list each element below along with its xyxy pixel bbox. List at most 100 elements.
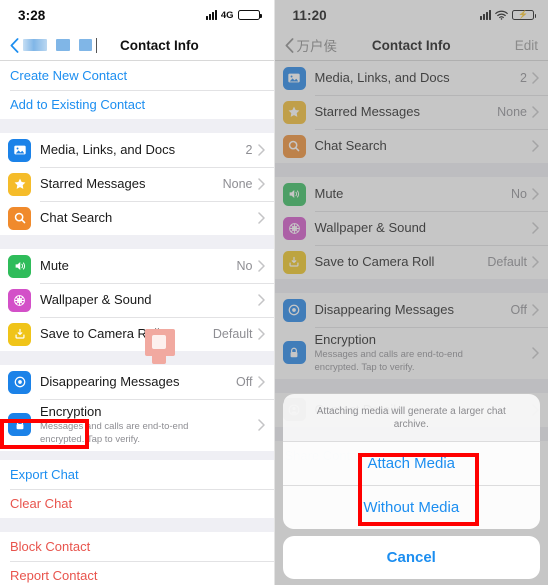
row-disappearing-messages[interactable]: Disappearing Messages Off <box>274 293 548 327</box>
photo-icon <box>8 138 31 162</box>
section-gap <box>0 119 274 133</box>
media-group: Media, Links, and Docs 2 Starred Message… <box>274 61 548 163</box>
clear-chat-button[interactable]: Clear Chat <box>0 488 274 518</box>
privacy-group: Disappearing Messages Off Encryption Mes… <box>274 293 548 379</box>
add-to-existing-contact-button[interactable]: Add to Existing Contact <box>0 90 274 119</box>
row-value: None <box>222 177 253 191</box>
chevron-right-icon <box>532 72 539 84</box>
row-media-links-docs[interactable]: Media, Links, and Docs 2 <box>274 61 548 95</box>
row-chat-search[interactable]: Chat Search <box>0 201 274 235</box>
row-wallpaper-sound[interactable]: Wallpaper & Sound <box>274 211 548 245</box>
row-label: Save to Camera Roll <box>314 253 435 269</box>
block-contact-button[interactable]: Block Contact <box>0 531 274 561</box>
chevron-left-icon <box>285 37 293 53</box>
row-subtitle: Messages and calls are end-to-end encryp… <box>314 349 463 373</box>
edit-button[interactable]: Edit <box>515 38 538 53</box>
row-label: Wallpaper & Sound <box>40 291 152 307</box>
row-mute[interactable]: Mute No <box>0 249 274 283</box>
export-chat-button[interactable]: Export Chat <box>0 459 274 489</box>
network-type-label: 4G <box>220 9 234 21</box>
back-button-label: 万户侯 <box>296 39 338 54</box>
photo-icon <box>282 66 306 90</box>
chevron-right-icon <box>257 178 265 190</box>
top-actions-group: Create New Contact Add to Existing Conta… <box>0 61 274 119</box>
lock-icon <box>282 341 306 365</box>
status-indicators: 4G <box>205 9 262 21</box>
encryption-text: Encryption Messages and calls are end-to… <box>40 399 225 451</box>
battery-charging-icon: ⚡ <box>512 10 536 20</box>
row-label: Mute <box>314 185 344 201</box>
row-label: Encryption <box>40 404 102 419</box>
left-nav-bar: Contact Info <box>0 30 274 61</box>
status-indicators: ⚡ <box>480 10 536 20</box>
action-sheet: Attaching media will generate a larger c… <box>282 394 540 579</box>
row-disappearing-messages[interactable]: Disappearing Messages Off <box>0 365 274 399</box>
encryption-text: Encryption Messages and calls are end-to… <box>315 327 500 379</box>
settings-group: Mute No Wallpaper & Sound Save to Camera… <box>274 177 548 279</box>
chevron-left-icon <box>10 37 19 53</box>
action-sheet-panel: Attaching media will generate a larger c… <box>282 394 540 529</box>
chevron-right-icon <box>257 212 265 224</box>
row-encryption[interactable]: Encryption Messages and calls are end-to… <box>0 399 274 451</box>
left-status-bar: 3:28 4G <box>0 0 274 30</box>
attach-media-button[interactable]: Attach Media <box>282 442 540 485</box>
redacted-contact-name <box>23 39 92 51</box>
page-title: Contact Info <box>120 37 199 53</box>
battery-icon <box>237 10 262 20</box>
cancel-button[interactable]: Cancel <box>282 536 540 579</box>
signal-bars-icon <box>480 10 491 20</box>
report-contact-button[interactable]: Report Contact <box>0 560 274 585</box>
wallpaper-icon <box>282 216 306 240</box>
chevron-right-icon <box>532 140 539 152</box>
left-content: Create New Contact Add to Existing Conta… <box>0 61 274 585</box>
row-label: Wallpaper & Sound <box>314 219 427 235</box>
chevron-right-icon <box>532 106 539 118</box>
row-value: No <box>511 187 527 201</box>
row-wallpaper-sound[interactable]: Wallpaper & Sound <box>0 283 274 317</box>
row-encryption[interactable]: Encryption Messages and calls are end-to… <box>274 327 548 379</box>
row-mute[interactable]: Mute No <box>274 177 548 211</box>
row-save-camera-roll[interactable]: Save to Camera Roll Default <box>274 245 548 279</box>
block-contact-label: Block Contact <box>10 538 91 554</box>
back-button[interactable] <box>10 37 19 53</box>
row-save-camera-roll[interactable]: Save to Camera Roll Default <box>0 317 274 351</box>
without-media-button[interactable]: Without Media <box>282 485 540 529</box>
row-label: Mute <box>40 257 69 273</box>
media-group: Media, Links, and Docs 2 Starred Message… <box>0 133 274 235</box>
row-chat-search[interactable]: Chat Search <box>274 129 548 163</box>
row-label: Chat Search <box>40 209 113 225</box>
row-starred-messages[interactable]: Starred Messages None <box>274 95 548 129</box>
chevron-right-icon <box>257 376 265 388</box>
row-label: Save to Camera Roll <box>40 325 160 341</box>
right-status-bar: 11:20 ⚡ <box>274 0 548 30</box>
chevron-right-icon <box>532 347 539 359</box>
row-label: Media, Links, and Docs <box>314 69 450 85</box>
row-value: No <box>236 259 253 273</box>
create-new-contact-button[interactable]: Create New Contact <box>0 61 274 90</box>
speaker-icon <box>8 254 31 278</box>
action-sheet-message: Attaching media will generate a larger c… <box>282 394 540 442</box>
disappearing-messages-icon <box>282 298 306 322</box>
download-icon <box>8 322 31 346</box>
speaker-icon <box>282 182 306 206</box>
section-gap <box>274 163 548 177</box>
row-label: Chat Search <box>314 137 387 153</box>
row-label: Starred Messages <box>314 103 421 119</box>
row-label: Disappearing Messages <box>40 373 180 389</box>
add-to-existing-contact-label: Add to Existing Contact <box>10 97 146 112</box>
search-icon <box>282 134 306 158</box>
chevron-right-icon <box>532 256 539 268</box>
left-phone-screen: 3:28 4G Contact Info Create New Contact … <box>0 0 274 585</box>
back-button[interactable]: 万户侯 <box>285 35 338 55</box>
settings-group: Mute No Wallpaper & Sound Save to Camera… <box>0 249 274 351</box>
section-gap <box>0 351 274 365</box>
row-media-links-docs[interactable]: Media, Links, and Docs 2 <box>0 133 274 167</box>
row-starred-messages[interactable]: Starred Messages None <box>0 167 274 201</box>
search-icon <box>8 206 31 230</box>
section-gap <box>0 235 274 249</box>
row-label: Encryption <box>314 332 376 347</box>
star-icon <box>282 100 306 124</box>
row-label: Media, Links, and Docs <box>40 141 176 157</box>
signal-bars-icon <box>205 10 217 20</box>
chevron-right-icon <box>532 222 539 234</box>
